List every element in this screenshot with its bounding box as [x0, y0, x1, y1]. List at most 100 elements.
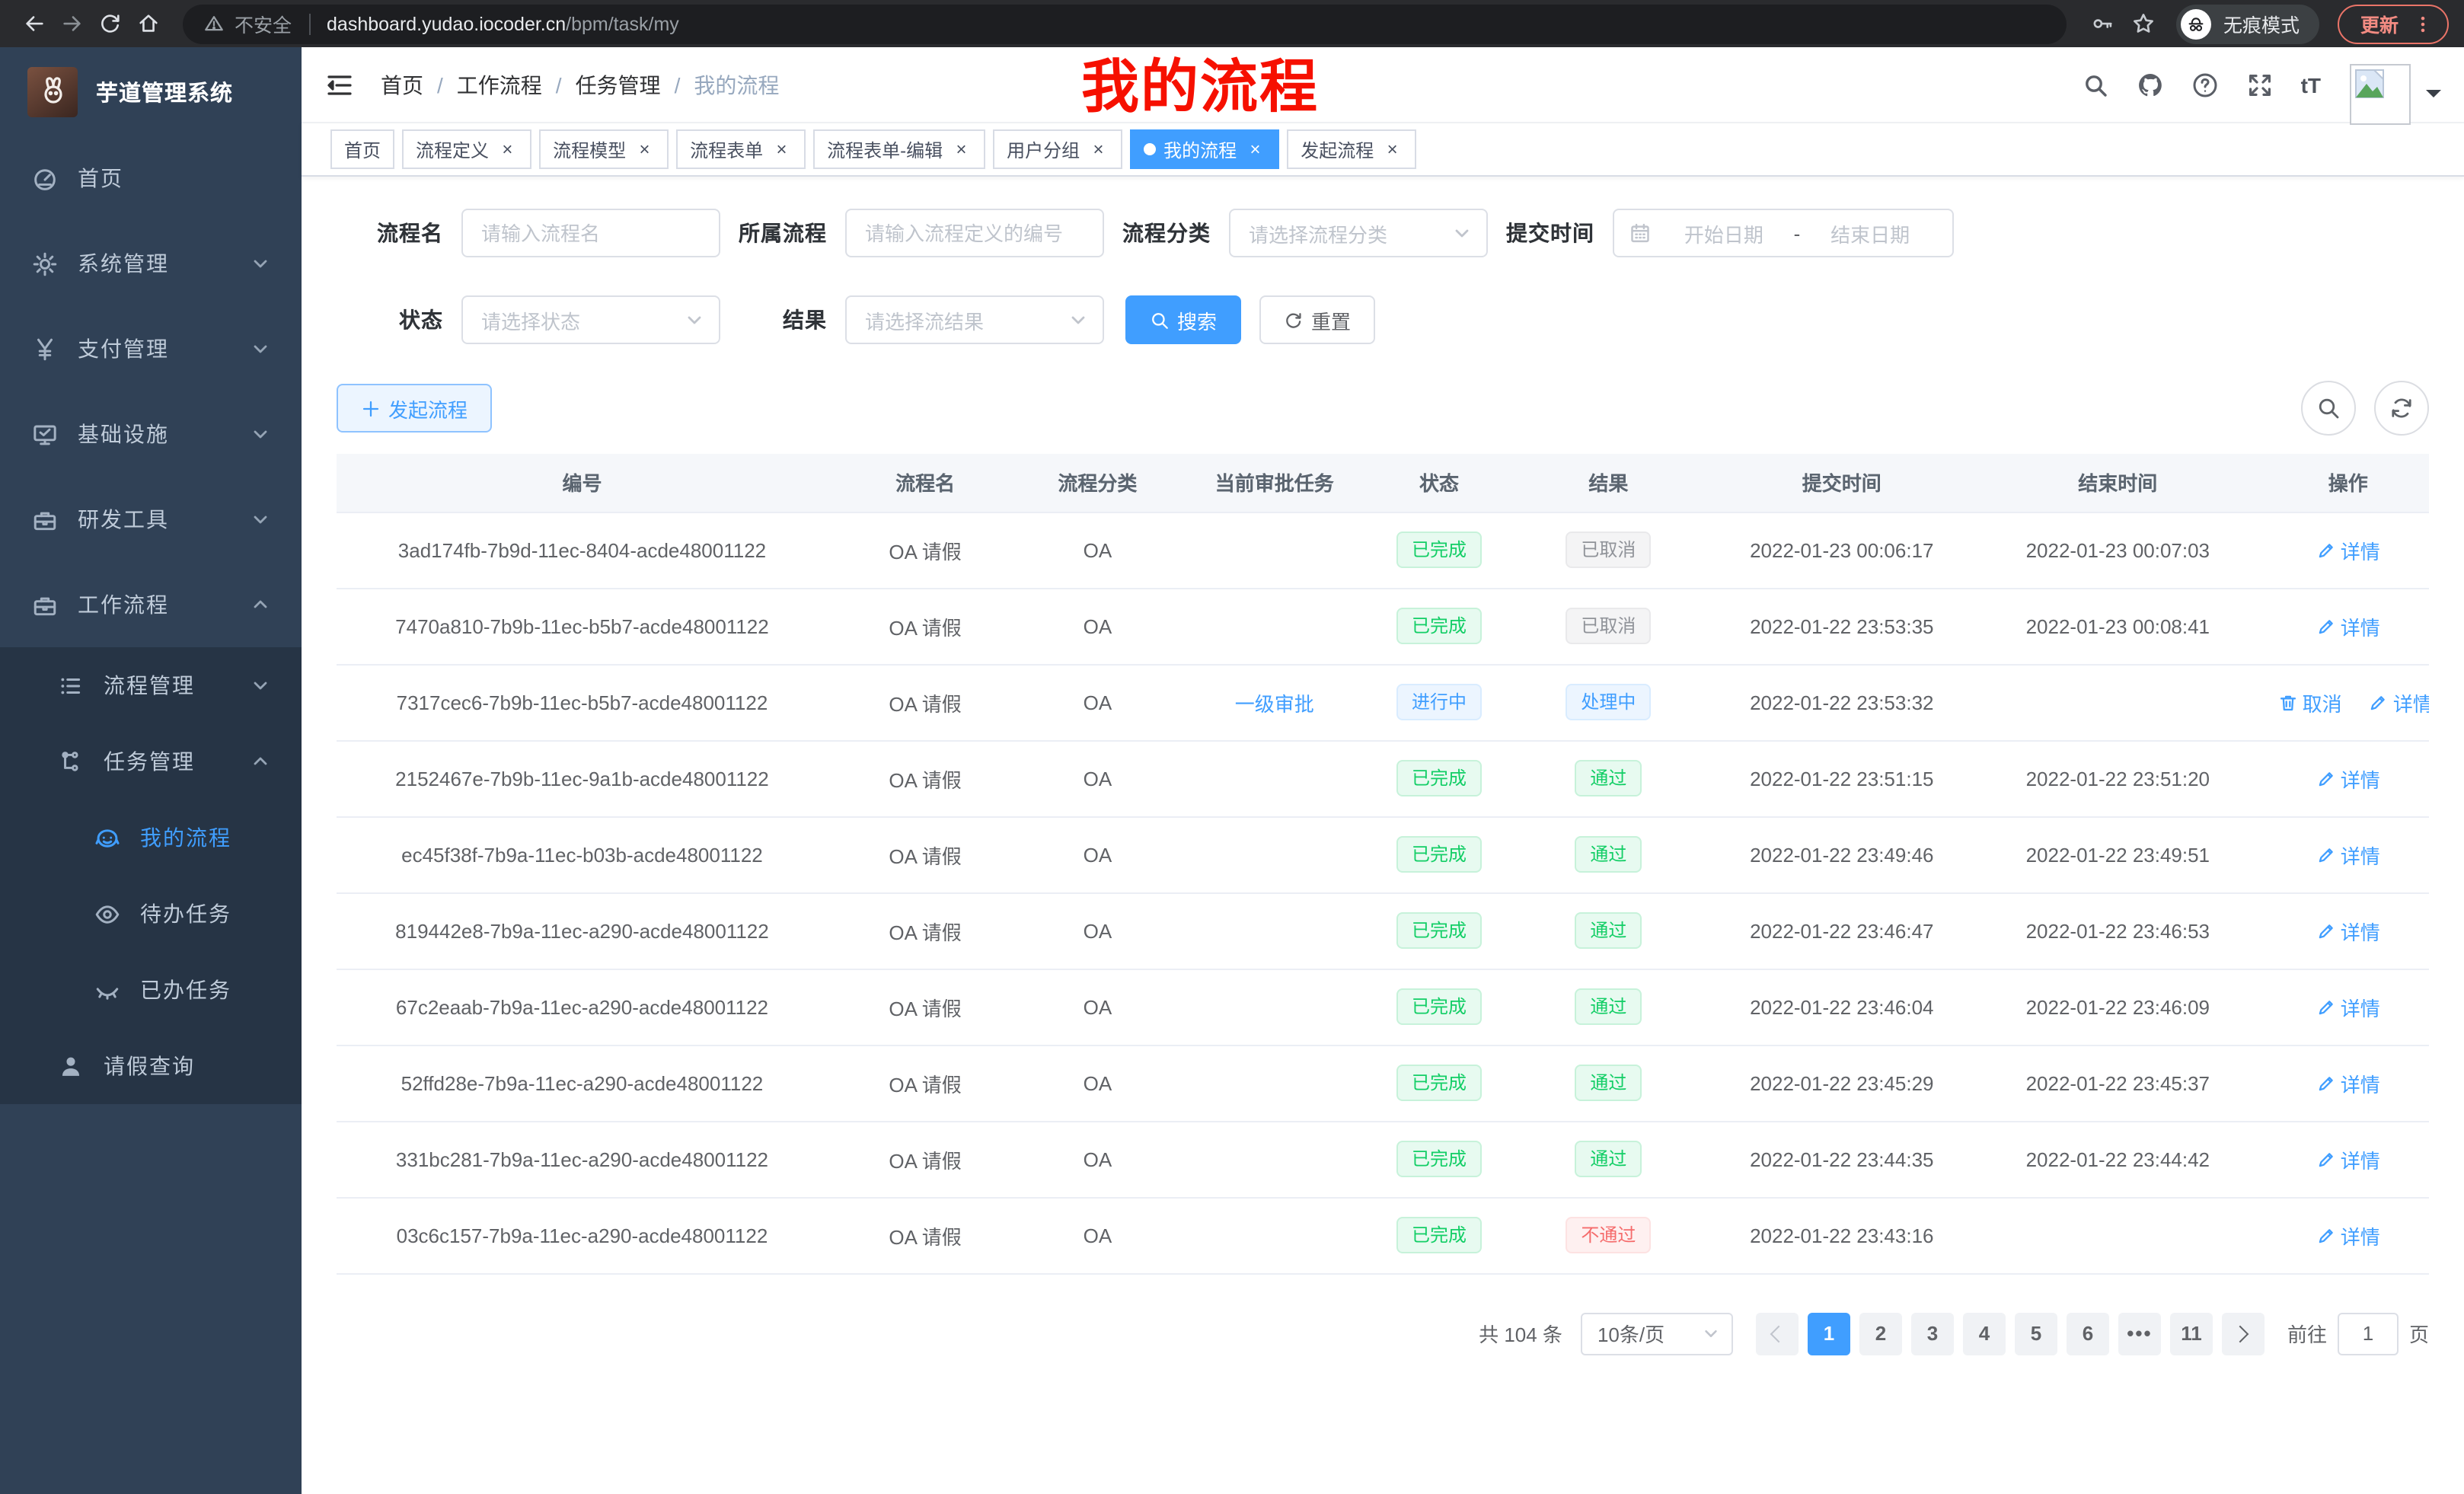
start-date-placeholder[interactable]: 开始日期 [1657, 219, 1791, 247]
not-secure-label[interactable]: 不安全 [235, 9, 292, 38]
view-tab[interactable]: 流程模型 [539, 129, 669, 169]
incognito-badge[interactable]: 无痕模式 [2176, 4, 2319, 43]
address-bar[interactable]: 不安全 dashboard.yudao.iocoder.cn /bpm/task… [183, 4, 2067, 43]
sidebar-item-workflow[interactable]: 工作流程 [0, 562, 302, 647]
table-row: 03c6c157-7b9a-11ec-a290-acde48001122 OA … [337, 1197, 2429, 1273]
page-button[interactable]: 2 [1859, 1312, 1902, 1355]
reload-icon[interactable] [91, 5, 129, 43]
detail-action[interactable]: 详情 [2369, 688, 2429, 717]
cell-submit-time: 2022-01-22 23:49:46 [1716, 816, 1968, 892]
app-logo[interactable]: 芋道管理系统 [0, 47, 302, 136]
password-key-icon[interactable] [2091, 12, 2114, 35]
cancel-action[interactable]: 取消 [2278, 688, 2342, 717]
cell-category: OA [1023, 1121, 1172, 1197]
chevron-up-icon [251, 752, 270, 771]
sidebar-item-process-management[interactable]: 流程管理 [0, 647, 302, 723]
view-tab[interactable]: 流程表单-编辑 [813, 129, 985, 169]
home-icon[interactable] [129, 5, 168, 43]
page-button[interactable]: 5 [2015, 1312, 2057, 1355]
detail-action[interactable]: 详情 [2316, 764, 2380, 793]
end-date-placeholder[interactable]: 结束日期 [1803, 219, 1937, 247]
view-tab[interactable]: 流程表单 [676, 129, 806, 169]
sidebar-item-payment[interactable]: 支付管理 [0, 306, 302, 391]
next-page-button[interactable] [2222, 1312, 2265, 1355]
status-select[interactable]: 请选择状态 [461, 295, 720, 344]
close-tab-icon[interactable] [1087, 139, 1109, 160]
bookmark-star-icon[interactable] [2132, 12, 2155, 35]
sidebar-item-leave-query[interactable]: 请假查询 [0, 1028, 302, 1104]
avatar[interactable] [2350, 63, 2411, 124]
fullscreen-icon[interactable] [2246, 71, 2274, 98]
detail-action[interactable]: 详情 [2316, 1221, 2380, 1250]
cell-actions: 详情 [2268, 1197, 2429, 1273]
not-secure-warning-icon[interactable] [204, 14, 224, 34]
view-tab[interactable]: 流程定义 [402, 129, 531, 169]
close-tab-icon[interactable] [634, 139, 655, 160]
sidebar-item-system[interactable]: 系统管理 [0, 221, 302, 306]
process-category-select[interactable]: 请选择流程分类 [1229, 209, 1488, 257]
page-size-select[interactable]: 10条/页 [1581, 1312, 1733, 1355]
chevron-down-icon [251, 425, 270, 443]
sidebar-item-devtools[interactable]: 研发工具 [0, 477, 302, 562]
update-button[interactable]: 更新 [2338, 4, 2449, 43]
font-size-icon[interactable] [2301, 72, 2321, 97]
detail-action[interactable]: 详情 [2316, 535, 2380, 564]
close-tab-icon[interactable] [496, 139, 518, 160]
pencil-icon [2316, 1073, 2336, 1093]
page-button[interactable]: 6 [2067, 1312, 2109, 1355]
breadcrumb-home[interactable]: 首页 [381, 69, 423, 100]
detail-action[interactable]: 详情 [2316, 992, 2380, 1021]
detail-action[interactable]: 详情 [2316, 840, 2380, 869]
result-select[interactable]: 请选择流结果 [845, 295, 1104, 344]
url-path[interactable]: /bpm/task/my [566, 13, 679, 34]
reset-button[interactable]: 重置 [1259, 295, 1375, 344]
close-tab-icon[interactable] [950, 139, 972, 160]
view-tab[interactable]: 用户分组 [993, 129, 1122, 169]
page-button[interactable]: 4 [1963, 1312, 2006, 1355]
search-icon[interactable] [2082, 71, 2109, 98]
sidebar-item-home[interactable]: 首页 [0, 136, 302, 221]
detail-action[interactable]: 详情 [2316, 916, 2380, 945]
detail-action[interactable]: 详情 [2316, 1068, 2380, 1097]
detail-action[interactable]: 详情 [2316, 611, 2380, 640]
show-search-button[interactable] [2301, 381, 2356, 436]
github-icon[interactable] [2137, 71, 2164, 98]
page-button[interactable]: ••• [2118, 1312, 2161, 1355]
breadcrumb-workflow[interactable]: 工作流程 [457, 69, 542, 100]
sidebar-item-my-process[interactable]: 我的流程 [0, 800, 302, 876]
sidebar-item-todo-tasks[interactable]: 待办任务 [0, 876, 302, 952]
process-name-input[interactable] [461, 209, 720, 257]
sidebar-item-infrastructure[interactable]: 基础设施 [0, 391, 302, 477]
search-button[interactable]: 搜索 [1125, 295, 1241, 344]
page-button[interactable]: 11 [2170, 1312, 2213, 1355]
page-button[interactable]: 3 [1911, 1312, 1954, 1355]
view-tab[interactable]: 首页 [330, 129, 394, 169]
back-icon[interactable] [15, 5, 53, 43]
breadcrumb-task-management[interactable]: 任务管理 [576, 69, 661, 100]
prev-page-button[interactable] [1756, 1312, 1799, 1355]
cell-result: 通过 [1502, 969, 1715, 1045]
view-tab[interactable]: 我的流程 [1130, 129, 1279, 169]
view-tab[interactable]: 发起流程 [1287, 129, 1416, 169]
current-task-link[interactable]: 一级审批 [1235, 688, 1314, 717]
submit-time-range-picker[interactable]: 开始日期 - 结束日期 [1613, 209, 1954, 257]
hamburger-fold-icon[interactable] [324, 69, 355, 100]
detail-action[interactable]: 详情 [2316, 1144, 2380, 1173]
avatar-dropdown-caret[interactable] [2426, 89, 2441, 104]
process-definition-input[interactable] [845, 209, 1104, 257]
create-process-button[interactable]: 发起流程 [337, 384, 492, 433]
cell-submit-time: 2022-01-22 23:46:04 [1716, 969, 1968, 1045]
page-button[interactable]: 1 [1808, 1312, 1850, 1355]
browser-menu-dots-icon[interactable] [2412, 13, 2434, 34]
url-domain[interactable]: dashboard.yudao.iocoder.cn [327, 13, 566, 34]
close-tab-icon[interactable] [1244, 139, 1266, 160]
goto-page-input[interactable] [2338, 1312, 2399, 1355]
close-tab-icon[interactable] [1381, 139, 1403, 160]
forward-icon[interactable] [53, 5, 91, 43]
status-badge: 已完成 [1396, 608, 1482, 644]
sidebar-item-task-management[interactable]: 任务管理 [0, 723, 302, 800]
close-tab-icon[interactable] [771, 139, 792, 160]
sidebar-item-done-tasks[interactable]: 已办任务 [0, 952, 302, 1028]
help-icon[interactable] [2191, 71, 2219, 98]
refresh-table-button[interactable] [2374, 381, 2429, 436]
